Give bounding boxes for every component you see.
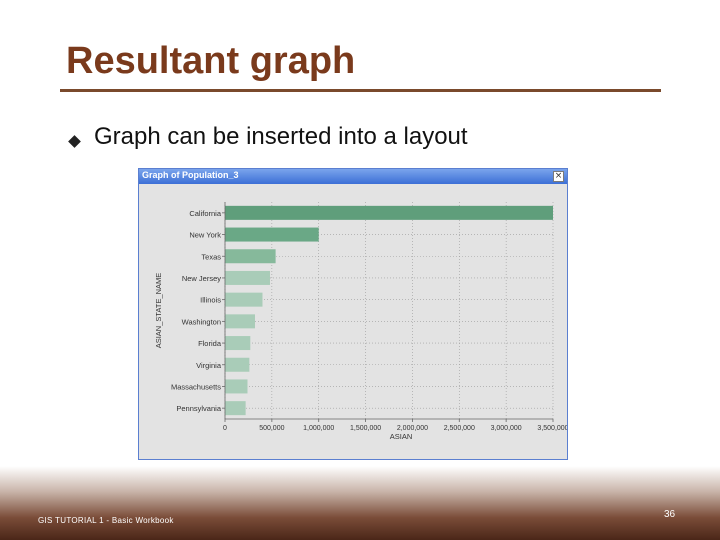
y-tick-label: Washington — [182, 317, 221, 326]
y-tick-label: New Jersey — [182, 274, 221, 283]
y-tick-label: New York — [189, 231, 221, 240]
y-axis-label: ASIAN_STATE_NAME — [154, 273, 163, 349]
y-tick-label: Massachusetts — [171, 382, 221, 391]
footer-text: GIS TUTORIAL 1 - Basic Workbook — [38, 516, 174, 525]
close-button[interactable]: × — [553, 171, 564, 182]
x-tick-label: 500,000 — [259, 425, 284, 432]
bar-florida — [225, 336, 251, 351]
x-axis-label: ASIAN — [390, 432, 413, 441]
y-tick-label: Texas — [201, 252, 221, 261]
y-tick-label: Florida — [198, 339, 222, 348]
bar-pennsylvania — [225, 401, 246, 416]
x-tick-label: 3,500,000 — [537, 425, 567, 432]
y-tick-label: Virginia — [196, 361, 222, 370]
bar-massachusetts — [225, 379, 248, 394]
graph-window-title: Graph of Population_3 — [142, 170, 239, 180]
page-number: 36 — [664, 509, 676, 520]
bar-new-york — [225, 227, 319, 242]
bar-washington — [225, 314, 255, 329]
x-tick-label: 2,500,000 — [444, 425, 475, 432]
y-tick-label: Pennsylvania — [176, 404, 221, 413]
x-tick-label: 1,500,000 — [350, 425, 381, 432]
title-divider — [60, 89, 661, 92]
graph-window[interactable]: Graph of Population_3 × California New Yo… — [138, 168, 568, 460]
bullet-text: Graph can be inserted into a layout — [94, 123, 468, 150]
x-tick-label: 3,000,000 — [491, 425, 522, 432]
footer-band — [0, 466, 720, 540]
bar-texas — [225, 249, 276, 264]
bar-virginia — [225, 357, 250, 372]
bar-california — [225, 205, 553, 220]
y-tick-label: California — [189, 209, 222, 218]
x-tick-label: 0 — [223, 425, 227, 432]
graph-titlebar[interactable]: Graph of Population_3 × — [139, 169, 567, 184]
slide-title: Resultant graph — [66, 40, 356, 82]
bar-illinois — [225, 292, 263, 307]
x-tick-label: 2,000,000 — [397, 425, 428, 432]
y-tick-label: Illinois — [200, 296, 221, 305]
bar-chart: California New York Texas New Jersey Illinoi… — [154, 202, 567, 441]
bullet-icon — [68, 135, 81, 148]
bar-new-jersey — [225, 270, 270, 285]
x-tick-label: 1,000,000 — [303, 425, 334, 432]
